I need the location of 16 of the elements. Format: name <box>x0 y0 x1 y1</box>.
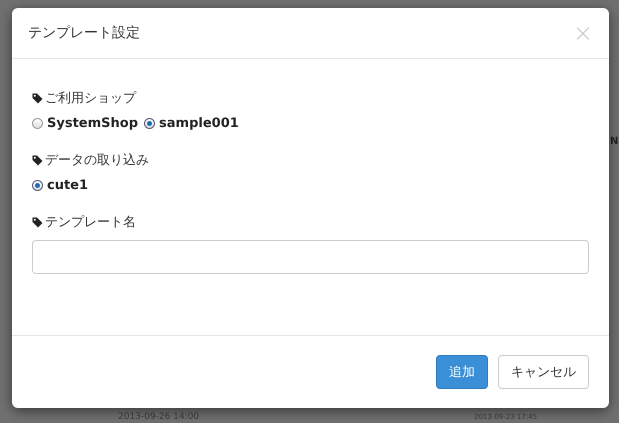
dialog-title: テンプレート設定 <box>28 24 140 42</box>
heading-text: N <box>610 136 618 147</box>
field-label: データの取り込み <box>45 152 149 169</box>
radio-button[interactable] <box>32 180 43 191</box>
input-field[interactable] <box>32 240 589 274</box>
field-label: テンプレート名 <box>45 214 136 231</box>
radio-label[interactable]: SystemShop <box>47 116 138 131</box>
cancel-button[interactable]: キャンセル <box>498 355 589 389</box>
tag-icon <box>32 216 43 228</box>
tag-icon <box>32 154 43 166</box>
field-label: ご利用ショップ <box>45 90 136 107</box>
radio-button[interactable] <box>144 118 156 129</box>
radio-label[interactable]: sample001 <box>159 116 239 131</box>
radio-button[interactable] <box>32 118 43 129</box>
tag-icon <box>32 92 43 104</box>
radio-label[interactable]: cute1 <box>47 178 88 193</box>
